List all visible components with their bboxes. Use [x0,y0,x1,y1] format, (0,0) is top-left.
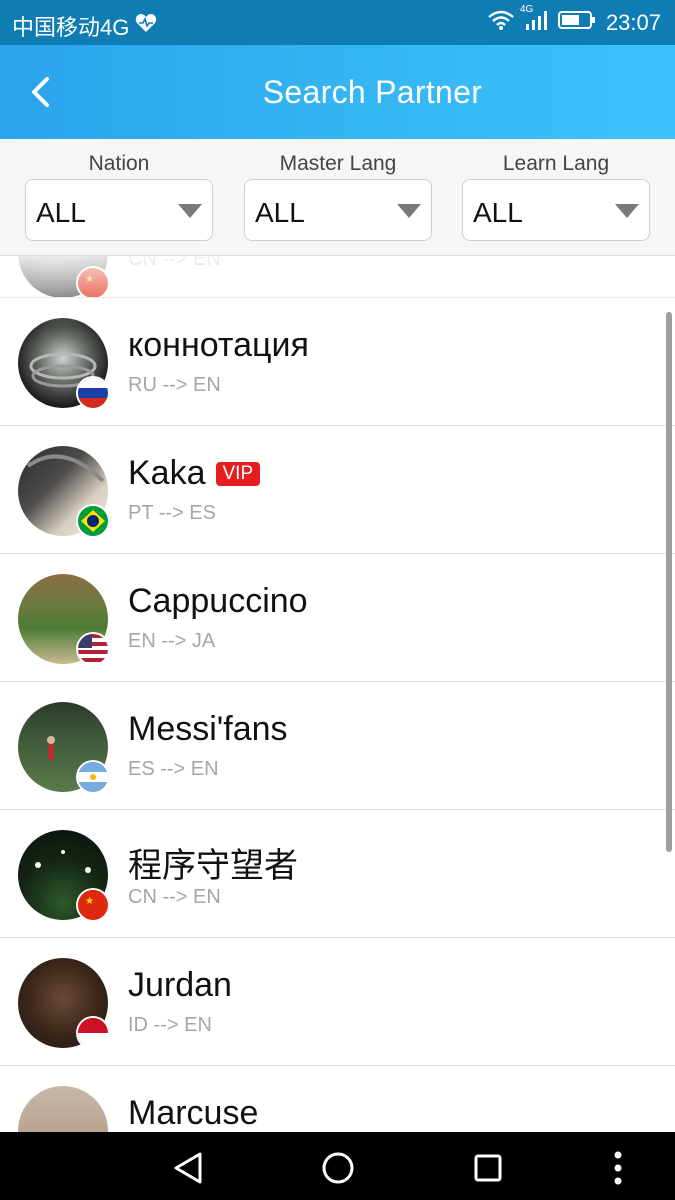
partner-name: 程序守望者 [128,847,298,885]
partner-name-row: Cappuccino [128,582,308,621]
partner-name-row: Jurdan [128,966,232,1005]
wifi-icon [488,10,514,36]
nation-select[interactable]: ALL [25,179,213,241]
nation-label: Nation [88,152,150,175]
partner-name-row: коннотация [128,326,309,365]
nation-filter: Nation ALL [25,151,213,241]
svg-text:★: ★ [85,274,94,285]
learn-lang-label: Learn Lang [502,152,610,175]
partner-lang: PT --> ES [128,502,216,524]
flag-id-icon [78,1018,108,1048]
partner-lang: ID --> EN [128,1014,212,1036]
partner-row[interactable]: Marcuse [0,1066,675,1132]
partner-lang: CN --> EN [128,886,221,908]
carrier-text: 中国移动4G [12,15,130,40]
partner-name: Cappuccino [128,582,308,620]
page-title: Search Partner [262,74,483,110]
flag-br-icon [78,506,108,536]
dropdown-arrow-icon [615,204,639,218]
app-header: Search Partner [0,45,675,139]
partner-row[interactable]: ★ CN --> EN [0,256,675,298]
status-right: 4G 23:07 [488,4,661,36]
svg-text:★: ★ [85,896,94,907]
battery-icon [557,10,596,36]
learn-lang-filter: Learn Lang ALL [462,151,650,241]
partner-row[interactable]: Cappuccino EN --> JA [0,554,675,682]
triangle-back-icon [174,1152,202,1184]
partner-name: Jurdan [128,966,232,1004]
partner-name-row: 程序守望者 [128,838,298,887]
page-title-wrap: Search Partner [0,74,675,111]
status-left: 中国移动4G [12,10,157,42]
system-nav-bar [0,1132,675,1200]
circle-home-icon [322,1152,354,1184]
partner-name: коннотация [128,326,309,364]
scrollbar[interactable] [666,312,672,852]
flag-ru-icon [78,378,108,408]
nav-home-button[interactable] [318,1148,358,1188]
master-lang-value: ALL [255,197,305,228]
master-lang-label: Master Lang [279,152,397,175]
partner-lang: ES --> EN [128,758,219,780]
dropdown-arrow-icon [178,204,202,218]
master-lang-filter: Master Lang ALL [244,151,432,241]
dots-menu-icon [614,1151,622,1185]
nav-menu-button[interactable] [598,1148,638,1188]
flag-cn-icon: ★ [78,268,108,297]
partner-lang: EN --> JA [128,630,216,652]
vip-badge: VIP [215,461,261,486]
partner-row[interactable]: ★ 程序守望者 CN --> EN [0,810,675,938]
nav-recents-button[interactable] [468,1148,508,1188]
dropdown-arrow-icon [397,204,421,218]
network-type: 4G [519,4,534,15]
nation-value: ALL [36,197,86,228]
partner-name-row: Kaka VIP [128,454,261,493]
flag-us-icon [78,634,108,664]
nav-back-button[interactable] [168,1148,208,1188]
flag-cn-icon: ★ [78,890,108,920]
filter-bar: Nation ALL Master Lang ALL Learn Lang AL… [0,139,675,256]
signal-icon: 4G [520,4,548,36]
avatar [18,1086,108,1132]
learn-lang-select[interactable]: ALL [462,179,650,241]
partner-name-row: Marcuse [128,1094,258,1132]
learn-lang-value: ALL [473,197,523,228]
flag-ar-icon [78,762,108,792]
partner-row[interactable]: Kaka VIP PT --> ES [0,426,675,554]
partner-row[interactable]: коннотация RU --> EN [0,298,675,426]
clock: 23:07 [605,10,661,35]
partner-name: Marcuse [128,1094,259,1132]
heart-icon [135,13,157,39]
status-bar: 中国移动4G 4G 23:07 [0,0,675,45]
partner-list[interactable]: ★ CN --> EN коннотация RU --> EN Kaka VI… [0,256,675,1132]
partner-name: Messi'fans [128,710,288,748]
partner-name-row: Messi'fans [128,710,288,749]
partner-lang: RU --> EN [128,374,221,396]
partner-row[interactable]: Jurdan ID --> EN [0,938,675,1066]
partner-row[interactable]: Messi'fans ES --> EN [0,682,675,810]
square-recents-icon [474,1154,502,1182]
master-lang-select[interactable]: ALL [244,179,432,241]
partner-name: Kaka [128,454,206,492]
partner-lang: CN --> EN [128,256,221,270]
